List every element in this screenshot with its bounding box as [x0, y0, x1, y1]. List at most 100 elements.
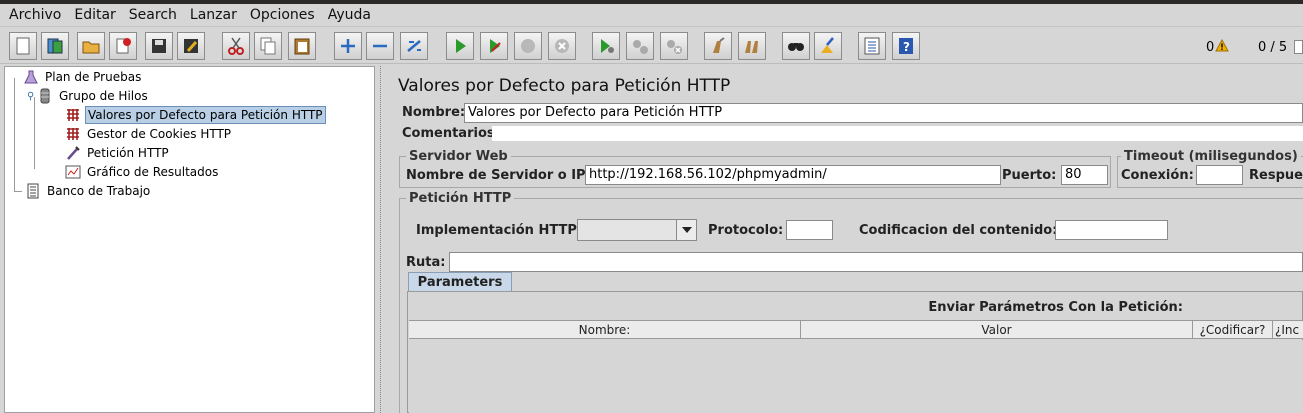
menu-opciones[interactable]: Opciones [250, 7, 315, 23]
clear-button[interactable] [704, 32, 732, 60]
parameters-tab-panel: Enviar Parámetros Con la Petición: Nombr… [407, 291, 1303, 413]
tree-node-test-plan[interactable]: Plan de Pruebas [23, 68, 143, 86]
protocol-input[interactable] [786, 220, 833, 240]
column-header-name[interactable]: Nombre: [409, 321, 801, 339]
close-icon [116, 38, 131, 54]
http-impl-label: Implementación HTTP: [416, 223, 583, 238]
menu-bar: Archivo Editar Search Lanzar Opciones Ay… [0, 4, 1303, 26]
cut-icon [228, 37, 244, 55]
http-request-legend: Petición HTTP [406, 191, 515, 206]
connect-timeout-input[interactable] [1196, 165, 1243, 185]
shutdown-icon [555, 39, 569, 53]
collapse-button[interactable] [366, 32, 394, 60]
expand-button[interactable] [334, 32, 362, 60]
tree-node-label: Banco de Trabajo [47, 184, 151, 198]
tree-line [14, 191, 22, 192]
comments-input[interactable] [492, 126, 1303, 141]
clear-icon [713, 37, 725, 53]
timeout-legend: Timeout (milisegundos) [1121, 149, 1301, 164]
panel-splitter[interactable] [377, 66, 386, 413]
help-button[interactable]: ? [892, 32, 920, 60]
save-as-icon [184, 39, 198, 53]
remote-shutdown-icon [667, 40, 682, 54]
column-header-include[interactable]: ¿Inc [1273, 321, 1303, 339]
config-element-icon [65, 126, 81, 142]
column-header-encode[interactable]: ¿Codificar? [1193, 321, 1273, 339]
protocol-label: Protocolo: [708, 223, 784, 238]
templates-icon [47, 38, 63, 54]
menu-search[interactable]: Search [129, 7, 177, 23]
web-server-legend: Servidor Web [406, 149, 511, 164]
tree-node-workbench[interactable]: Banco de Trabajo [25, 182, 152, 200]
search-button[interactable] [782, 32, 810, 60]
menu-lanzar[interactable]: Lanzar [190, 7, 237, 23]
stop-button[interactable] [514, 32, 542, 60]
reset-search-button[interactable] [814, 32, 842, 60]
tree-node-label: Plan de Pruebas [45, 70, 142, 84]
templates-button[interactable] [41, 32, 69, 60]
reset-search-icon [821, 37, 834, 53]
start-button[interactable] [446, 32, 474, 60]
tree-node-label: Petición HTTP [87, 146, 169, 160]
tree-node-http-defaults[interactable]: Valores por Defecto para Petición HTTP [65, 106, 326, 124]
tree-node-label: Gráfico de Resultados [87, 165, 219, 179]
name-input[interactable]: Valores por Defecto para Petición HTTP [464, 103, 1303, 123]
path-label: Ruta: [406, 255, 446, 270]
menu-archivo[interactable]: Archivo [9, 7, 61, 23]
port-input[interactable]: 80 [1061, 165, 1108, 185]
shutdown-button[interactable] [548, 32, 576, 60]
clear-all-icon [745, 41, 758, 53]
server-label: Nombre de Servidor o IP: [406, 168, 591, 183]
test-plan-icon [23, 69, 39, 85]
copy-button[interactable] [254, 32, 282, 60]
new-button[interactable] [9, 32, 37, 60]
server-input[interactable]: http://192.168.56.102/phpmyadmin/ [585, 165, 1001, 185]
menu-editar[interactable]: Editar [74, 7, 115, 23]
toolbar: ? 0 0 / 5 [0, 26, 1303, 64]
start-no-pause-button[interactable] [480, 32, 508, 60]
tab-parameters[interactable]: Parameters [408, 272, 512, 292]
remote-start-button[interactable] [592, 32, 620, 60]
function-helper-button[interactable] [858, 32, 886, 60]
http-impl-select[interactable] [577, 219, 697, 241]
connect-timeout-label: Conexión: [1121, 168, 1194, 183]
tree-node-graph-results[interactable]: Gráfico de Resultados [65, 163, 220, 181]
port-label: Puerto: [1002, 168, 1057, 183]
workbench-icon [25, 183, 41, 199]
save-as-button[interactable] [177, 32, 205, 60]
toggle-icon [407, 40, 421, 52]
tree-node-label: Gestor de Cookies HTTP [87, 127, 232, 141]
tree-node-thread-group[interactable]: ⚲ Grupo de Hilos [27, 87, 150, 105]
remote-shutdown-button[interactable] [660, 32, 688, 60]
save-icon [152, 39, 166, 53]
parameters-table-header: Nombre: Valor ¿Codificar? ¿Inc [409, 320, 1303, 339]
tree-toggle-icon[interactable]: ⚲ [27, 91, 37, 102]
toggle-button[interactable] [400, 32, 428, 60]
clear-all-button[interactable] [738, 32, 766, 60]
encoding-input[interactable] [1055, 220, 1168, 240]
copy-icon [260, 37, 276, 55]
close-button[interactable] [109, 32, 137, 60]
start-no-pause-icon [490, 39, 501, 53]
parameters-table-body[interactable] [409, 340, 1303, 413]
tree-node-cookie-manager[interactable]: Gestor de Cookies HTTP [65, 125, 233, 143]
error-count: 0 [1206, 40, 1215, 55]
tree-node-http-request[interactable]: Petición HTTP [65, 144, 171, 162]
tree-line [34, 97, 35, 169]
paste-button[interactable] [288, 32, 316, 60]
sampler-icon [65, 145, 81, 161]
function-helper-icon [864, 37, 880, 55]
path-input[interactable] [449, 252, 1303, 272]
remote-stop-button[interactable] [626, 32, 654, 60]
expand-icon [341, 39, 355, 53]
warning-icon [1215, 39, 1229, 52]
cut-button[interactable] [222, 32, 250, 60]
config-panel: Valores por Defecto para Petición HTTP N… [390, 66, 1303, 413]
column-header-value[interactable]: Valor [801, 321, 1193, 339]
panel-title: Valores por Defecto para Petición HTTP [398, 76, 731, 96]
config-element-icon [65, 107, 81, 123]
menu-ayuda[interactable]: Ayuda [328, 7, 371, 23]
open-button[interactable] [77, 32, 105, 60]
save-button[interactable] [145, 32, 173, 60]
chevron-down-icon[interactable] [676, 220, 696, 240]
